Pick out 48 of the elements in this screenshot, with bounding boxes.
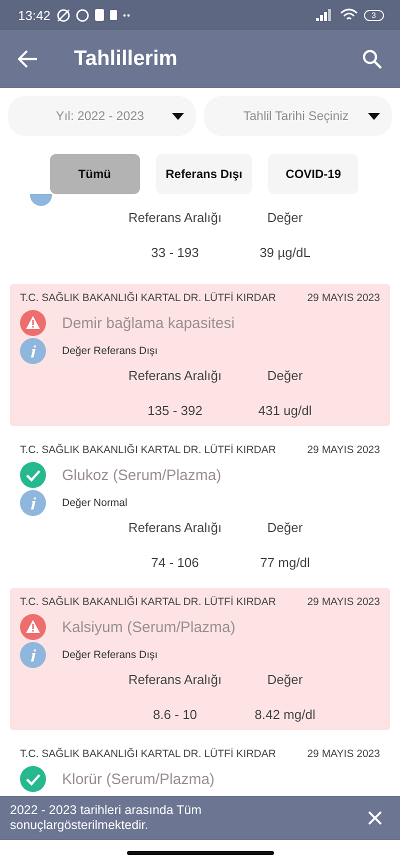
column-label: Değer <box>266 210 304 225</box>
result-value: 77 mg/dl <box>259 555 311 570</box>
result-date: 29 MAYIS 2023 <box>307 748 380 760</box>
status-note: Değer Referans Dışı <box>62 345 158 357</box>
status-note: Değer Normal <box>62 497 128 509</box>
test-name: Kalsiyum (Serum/Plazma) <box>62 618 236 636</box>
result-value: 39 µg/dL <box>258 245 312 260</box>
reference-range: 74 - 106 <box>150 555 200 570</box>
screen-title: Tahlillerim <box>74 47 178 71</box>
test-name: Demir bağlama kapasitesi <box>62 314 235 332</box>
result-value: 8.42 mg/dl <box>254 707 316 722</box>
hospital-name: T.C. SAĞLIK BAKANLIĞI KARTAL DR. LÜTFİ KIRDAR <box>20 292 276 304</box>
reference-range: 135 - 392 <box>146 403 204 418</box>
result-date: 29 MAYIS 2023 <box>307 596 380 608</box>
result-card[interactable]: T.C. SAĞLIK BAKANLIĞI KARTAL DR. LÜTFİ KIRDAR 29 MAYIS 2023 Kalsiyum (Serum/Plazma) Değer Referans Dışı Referans Aralığı Değer 8.6 - 10 8.42 mg/dl <box>10 588 390 730</box>
dropdown-caret-icon <box>172 112 184 120</box>
column-label: Referans Aralığı <box>127 520 223 535</box>
column-label: Değer <box>266 368 304 383</box>
signal-icon <box>316 9 334 21</box>
hospital-name: T.C. SAĞLIK BAKANLIĞI KARTAL DR. LÜTFİ KIRDAR <box>20 748 276 760</box>
filter-chip[interactable]: Tümü <box>50 154 140 194</box>
snackbar-message: 2022 - 2023 tarihleri arasında Tüm sonuçlargösterilmektedir. <box>10 803 203 833</box>
wifi-icon <box>340 8 358 22</box>
result-date: 29 MAYIS 2023 <box>307 292 380 304</box>
status-time: 13:42 <box>18 8 51 22</box>
result-date: 29 MAYIS 2023 <box>307 444 380 456</box>
test-name: Glukoz (Serum/Plazma) <box>62 466 222 484</box>
filter-chip[interactable]: COVID-19 <box>268 154 358 194</box>
result-card[interactable]: T.C. SAĞLIK BAKANLIĞI KARTAL DR. LÜTFİ KIRDAR 29 MAYIS 2023 Demir bağlama kapasitesi Değer Referans Dışı Referans Aralığı Değer 135 - 392 431 ug/dl <box>10 284 390 426</box>
test-name: Klorür (Serum/Plazma) <box>62 770 215 788</box>
close-icon <box>368 811 382 825</box>
column-label: Referans Aralığı <box>127 672 223 687</box>
column-label: Değer <box>266 520 304 535</box>
column-label: Referans Aralığı <box>127 210 223 225</box>
reference-range: 33 - 193 <box>150 245 200 260</box>
hospital-name: T.C. SAĞLIK BAKANLIĞI KARTAL DR. LÜTFİ KIRDAR <box>20 444 276 456</box>
battery-icon: 3 <box>364 10 384 20</box>
column-label: Referans Aralığı <box>127 368 223 383</box>
hospital-name: T.C. SAĞLIK BAKANLIĞI KARTAL DR. LÜTFİ KIRDAR <box>20 596 276 608</box>
filter-chip[interactable]: Referans Dışı <box>156 154 252 194</box>
dropdown-caret-icon <box>368 112 380 120</box>
more-icon <box>122 14 130 16</box>
column-label: Değer <box>266 672 304 687</box>
status-note: Değer Referans Dışı <box>62 649 158 661</box>
reference-range: 8.6 - 10 <box>152 707 198 722</box>
result-value: 431 ug/dl <box>257 403 313 418</box>
search-icon <box>362 49 382 69</box>
back-arrow-icon <box>18 50 38 68</box>
